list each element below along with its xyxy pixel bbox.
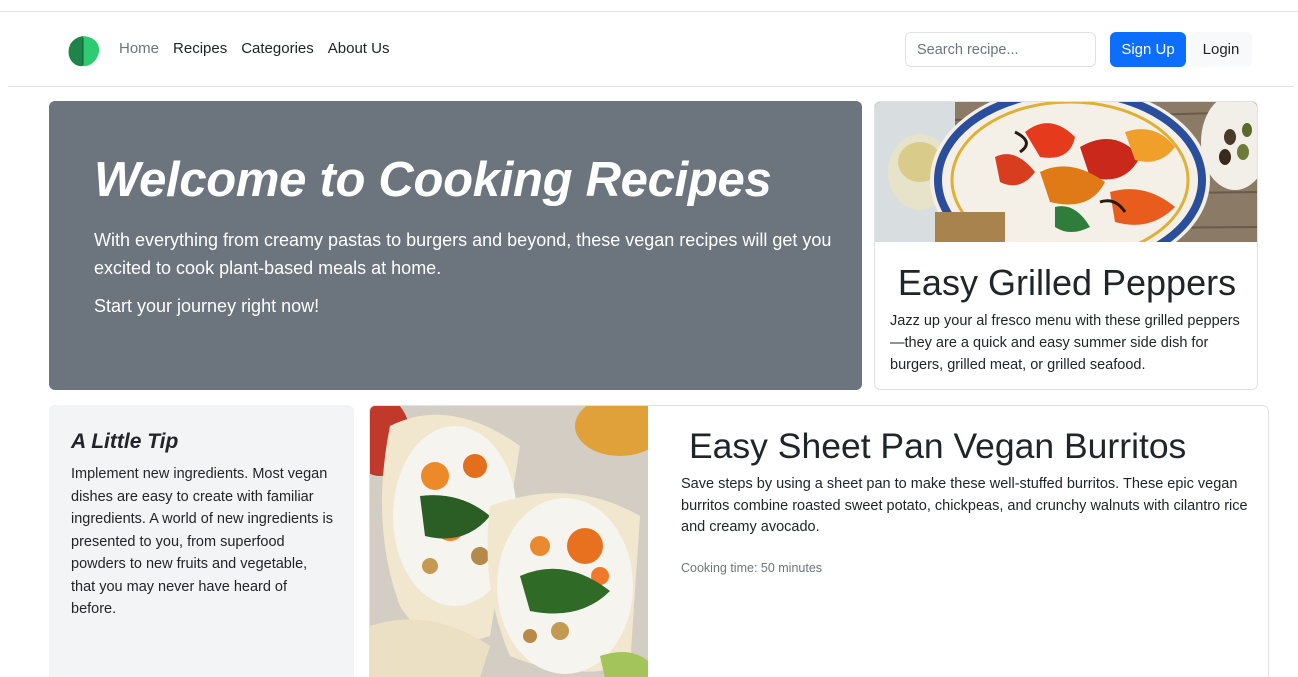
recipe-description: Save steps by using a sheet pan to make …	[681, 476, 1248, 535]
login-button[interactable]: Login	[1190, 32, 1252, 67]
cooking-time: Cooking time: 50 minutes	[681, 561, 823, 575]
burritos-image	[370, 406, 648, 677]
hero-cta-text: Start your journey right now!	[94, 296, 320, 316]
featured-recipe-title[interactable]: Easy Grilled Peppers	[875, 262, 1257, 304]
nav-link-categories[interactable]: Categories	[241, 40, 314, 57]
tip-text: Implement new ingredients. Most vegan di…	[71, 466, 333, 617]
navbar: Home Recipes Categories About Us Sign Up…	[8, 12, 1294, 87]
hero-banner: Welcome to Cooking Recipes With everythi…	[49, 101, 862, 390]
grilled-peppers-image	[875, 102, 1257, 242]
nav-links: Home Recipes Categories About Us	[119, 40, 389, 57]
search-input[interactable]	[905, 32, 1096, 67]
featured-recipe-description: Jazz up your al fresco menu with these g…	[890, 313, 1240, 373]
recipe-title[interactable]: Easy Sheet Pan Vegan Burritos	[689, 426, 1186, 467]
hero-lead: With everything from creamy pastas to bu…	[94, 230, 832, 278]
tip-panel: A Little Tip Implement new ingredients. …	[49, 405, 354, 677]
hero-title: Welcome to Cooking Recipes	[94, 153, 772, 207]
tip-title: A Little Tip	[71, 430, 179, 453]
nav-link-recipes[interactable]: Recipes	[173, 40, 227, 57]
featured-recipe-card[interactable]: Easy Grilled Peppers Jazz up your al fre…	[874, 101, 1258, 390]
nav-link-home[interactable]: Home	[119, 40, 159, 57]
sign-up-button[interactable]: Sign Up	[1110, 32, 1186, 67]
nav-link-about-us[interactable]: About Us	[328, 40, 390, 57]
recipe-card[interactable]: Easy Sheet Pan Vegan Burritos Save steps…	[369, 405, 1269, 677]
leaf-logo-icon[interactable]	[63, 30, 103, 70]
